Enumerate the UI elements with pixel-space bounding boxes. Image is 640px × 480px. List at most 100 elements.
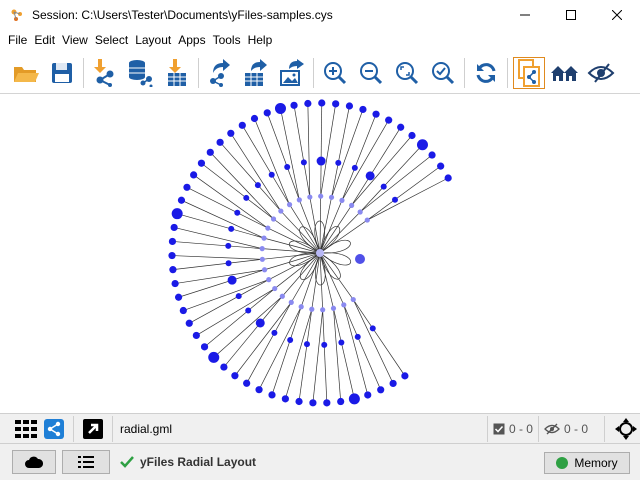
network-node[interactable]	[279, 293, 285, 299]
zoom-out-button[interactable]	[353, 55, 389, 91]
network-node[interactable]	[369, 325, 376, 332]
menu-file[interactable]: File	[5, 33, 30, 47]
network-node[interactable]	[345, 102, 354, 110]
network-node[interactable]	[235, 293, 242, 300]
open-session-button[interactable]	[8, 55, 44, 91]
network-node[interactable]	[303, 341, 310, 348]
network-edge[interactable]	[175, 269, 265, 284]
network-node[interactable]	[389, 379, 397, 388]
network-node[interactable]	[354, 333, 361, 340]
network-node[interactable]	[357, 209, 363, 215]
network-edge[interactable]	[177, 213, 265, 239]
zoom-selected-button[interactable]	[425, 55, 461, 91]
network-node[interactable]	[364, 391, 372, 399]
network-edge[interactable]	[322, 309, 328, 403]
network-node[interactable]	[408, 131, 416, 140]
network-edge[interactable]	[186, 186, 269, 229]
import-network-database-button[interactable]	[123, 55, 159, 91]
network-node[interactable]	[359, 105, 367, 114]
network-edge[interactable]	[320, 103, 323, 197]
network-edge[interactable]	[246, 302, 292, 384]
network-node[interactable]	[316, 156, 326, 166]
network-node[interactable]	[401, 372, 409, 380]
network-node[interactable]	[364, 217, 370, 223]
network-node[interactable]	[183, 183, 191, 191]
home-button[interactable]	[547, 55, 583, 91]
network-node[interactable]	[206, 148, 214, 156]
network-edge[interactable]	[320, 103, 337, 197]
network-edge[interactable]	[319, 196, 322, 254]
network-edge[interactable]	[254, 118, 290, 205]
network-node[interactable]	[309, 399, 317, 407]
cloud-button[interactable]	[12, 450, 56, 474]
network-edge[interactable]	[189, 279, 269, 324]
network-node[interactable]	[341, 302, 347, 308]
network-node[interactable]	[286, 202, 293, 208]
network-edge[interactable]	[352, 299, 406, 377]
network-grid-button[interactable]	[12, 416, 40, 442]
menu-help[interactable]: Help	[245, 33, 276, 47]
network-node[interactable]	[234, 209, 241, 216]
network-edge[interactable]	[352, 299, 394, 384]
network-node[interactable]	[350, 296, 356, 303]
network-node[interactable]	[339, 197, 345, 203]
network-node[interactable]	[192, 331, 200, 340]
network-edge[interactable]	[343, 304, 369, 396]
network-node[interactable]	[365, 171, 375, 181]
network-edge[interactable]	[280, 210, 321, 254]
network-node[interactable]	[348, 393, 360, 405]
network-node[interactable]	[385, 116, 393, 124]
network-edge[interactable]	[271, 306, 302, 396]
network-node[interactable]	[309, 306, 315, 312]
network-node[interactable]	[274, 102, 286, 114]
network-node[interactable]	[250, 114, 259, 123]
network-edge[interactable]	[331, 109, 364, 198]
memory-button[interactable]: Memory	[544, 452, 630, 474]
menu-layout[interactable]: Layout	[132, 33, 174, 47]
network-node[interactable]	[296, 197, 302, 203]
network-node[interactable]	[263, 109, 271, 117]
network-edge[interactable]	[307, 103, 311, 198]
network-edge[interactable]	[298, 309, 313, 402]
network-node[interactable]	[271, 329, 278, 336]
detach-view-button[interactable]	[79, 416, 107, 442]
network-node[interactable]	[174, 293, 183, 301]
network-node[interactable]	[185, 319, 193, 327]
network-edge[interactable]	[172, 255, 263, 260]
network-view-button[interactable]	[40, 416, 68, 442]
network-node[interactable]	[171, 208, 183, 220]
network-node[interactable]	[316, 249, 324, 257]
network-node[interactable]	[416, 139, 428, 151]
network-node[interactable]	[318, 193, 324, 199]
network-node[interactable]	[245, 307, 252, 314]
network-node[interactable]	[266, 277, 272, 283]
network-node[interactable]	[227, 275, 237, 285]
network-canvas[interactable]	[0, 95, 640, 413]
network-node[interactable]	[351, 164, 358, 171]
network-node[interactable]	[225, 242, 232, 249]
network-edge[interactable]	[341, 114, 377, 201]
network-node[interactable]	[225, 260, 232, 267]
network-node[interactable]	[298, 304, 304, 310]
network-node[interactable]	[281, 395, 289, 403]
network-node[interactable]	[270, 216, 277, 222]
network-node[interactable]	[284, 164, 291, 171]
menu-apps[interactable]: Apps	[175, 33, 208, 47]
network-node[interactable]	[391, 196, 398, 203]
save-session-button[interactable]	[44, 55, 80, 91]
network-edge[interactable]	[351, 127, 401, 206]
export-table-button[interactable]	[238, 55, 274, 91]
network-node[interactable]	[321, 341, 328, 348]
network-node[interactable]	[259, 246, 265, 252]
network-node[interactable]	[254, 182, 261, 189]
network-edge[interactable]	[367, 177, 449, 221]
birds-eye-button[interactable]	[612, 416, 640, 442]
network-node[interactable]	[338, 339, 345, 346]
network-edge[interactable]	[230, 133, 282, 212]
network-node[interactable]	[170, 223, 178, 232]
network-node[interactable]	[255, 318, 265, 328]
network-node[interactable]	[216, 138, 224, 146]
network-node[interactable]	[261, 267, 268, 273]
menu-tools[interactable]: Tools	[210, 33, 244, 47]
network-node[interactable]	[290, 101, 298, 109]
